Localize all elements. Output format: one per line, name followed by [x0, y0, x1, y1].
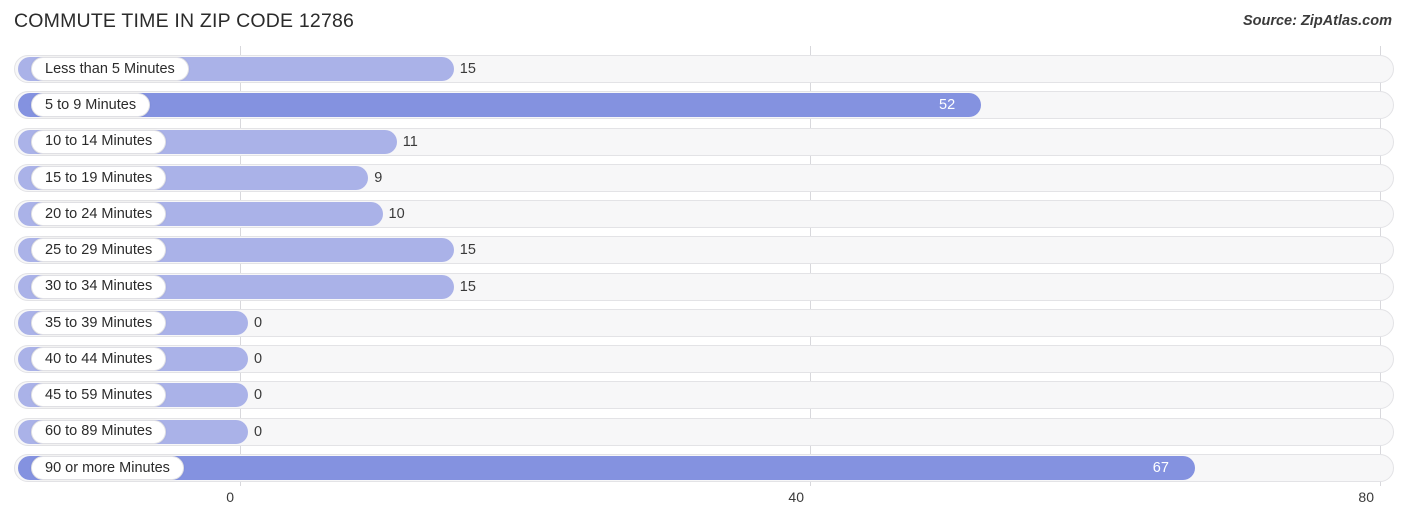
bar-category-label: 40 to 44 Minutes	[31, 347, 167, 372]
x-axis-tick-80: 80	[1358, 489, 1374, 505]
bar-category-label: 30 to 34 Minutes	[31, 274, 167, 299]
bar-category-label-text: 30 to 34 Minutes	[45, 278, 153, 295]
bar-row[interactable]: 35 to 39 Minutes 0	[14, 308, 1394, 337]
source-attribution: Source: ZipAtlas.com	[1242, 13, 1392, 29]
x-axis-tick-40: 40	[788, 489, 804, 505]
bar-category-label: 45 to 59 Minutes	[31, 383, 167, 408]
bar-category-label-text: 45 to 59 Minutes	[45, 387, 153, 404]
bar[interactable]	[18, 93, 981, 118]
bar-value-label: 0	[254, 314, 263, 331]
bar-value-label: 67	[1152, 459, 1169, 476]
bar-category-label: 15 to 19 Minutes	[31, 165, 167, 190]
bar-row[interactable]: 90 or more Minutes 67	[14, 453, 1394, 482]
bar-row[interactable]: 25 to 29 Minutes 15	[14, 236, 1394, 265]
bar-value-label: 0	[254, 351, 263, 368]
bar-row[interactable]: 30 to 34 Minutes 15	[14, 272, 1394, 301]
bar-row[interactable]: 45 to 59 Minutes 0	[14, 381, 1394, 410]
bar-category-label-text: 20 to 24 Minutes	[45, 205, 153, 222]
bar-value-label: 11	[402, 133, 418, 150]
bar-category-label-text: 10 to 14 Minutes	[45, 133, 153, 150]
bar-row[interactable]: 15 to 19 Minutes 9	[14, 163, 1394, 192]
bar-value-label: 15	[459, 278, 476, 295]
bar-category-label: 10 to 14 Minutes	[31, 129, 167, 154]
bar-category-label-text: 60 to 89 Minutes	[45, 423, 153, 440]
bar-row[interactable]: 10 to 14 Minutes 11	[14, 127, 1394, 156]
bar-category-label: 20 to 24 Minutes	[31, 202, 167, 227]
bar-category-label: 25 to 29 Minutes	[31, 238, 167, 263]
bar-category-label-text: Less than 5 Minutes	[45, 60, 175, 77]
bar-category-label-text: 35 to 39 Minutes	[45, 314, 153, 331]
bar-category-label-text: 5 to 9 Minutes	[45, 97, 137, 114]
bar-category-label-text: 40 to 44 Minutes	[45, 350, 153, 367]
bar-value-label: 15	[459, 61, 476, 77]
bar-row[interactable]: 40 to 44 Minutes 0	[14, 345, 1394, 374]
page-title: COMMUTE TIME IN ZIP CODE 12786	[14, 10, 355, 32]
chart-header: COMMUTE TIME IN ZIP CODE 12786 Source: Z…	[0, 0, 1406, 46]
bar-row[interactable]: 60 to 89 Minutes 0	[14, 417, 1394, 446]
bar-category-label: 35 to 39 Minutes	[31, 310, 167, 335]
bar-value-label: 52	[939, 97, 956, 114]
bar-category-label: Less than 5 Minutes	[31, 57, 189, 81]
bar-category-label-text: 25 to 29 Minutes	[45, 242, 153, 259]
bar[interactable]	[18, 455, 1195, 480]
bar-value-label: 0	[254, 387, 263, 404]
bar-value-label: 15	[459, 242, 476, 259]
bar-category-label-text: 90 or more Minutes	[45, 459, 170, 476]
bar-row[interactable]: 5 to 9 Minutes 52	[14, 91, 1394, 120]
bar-row[interactable]: 20 to 24 Minutes 10	[14, 200, 1394, 229]
bar-value-label: 10	[388, 206, 405, 223]
x-axis: 0 40 80	[0, 486, 1406, 523]
bar-category-label-text: 15 to 19 Minutes	[45, 169, 153, 186]
chart-plot-area: Less than 5 Minutes 15 5 to 9 Minutes 52 10 …	[0, 46, 1406, 486]
bar-row[interactable]: Less than 5 Minutes 15	[14, 55, 1394, 83]
bar-category-label: 5 to 9 Minutes	[31, 93, 151, 118]
bar-category-label: 60 to 89 Minutes	[31, 419, 167, 444]
bar-value-label: 9	[374, 169, 383, 186]
bar-rows: Less than 5 Minutes 15 5 to 9 Minutes 52 10 …	[0, 46, 1406, 486]
x-axis-tick-0: 0	[226, 489, 234, 505]
bar-value-label: 0	[254, 423, 263, 440]
bar-category-label: 90 or more Minutes	[31, 455, 184, 480]
